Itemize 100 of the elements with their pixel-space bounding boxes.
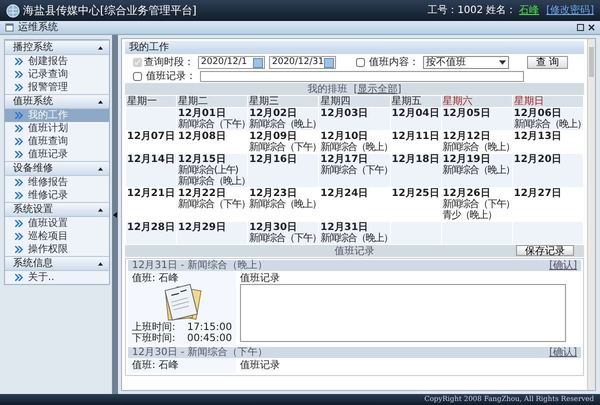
shift-entry: 新闻综合（晚上） (442, 165, 515, 176)
calendar-date: 12月05日 (442, 108, 492, 119)
schedule-title: 我的排班 (308, 84, 348, 94)
sidebar-group-header[interactable]: 系统信息 (5, 256, 109, 271)
field-label: 查询时段： (144, 57, 194, 68)
confirm-link[interactable]: [确认] (549, 347, 577, 358)
sidebar-item[interactable]: 记录查询 (5, 68, 109, 81)
double-chevron-icon (15, 192, 24, 199)
calendar-date: 12月08日 (178, 131, 227, 142)
weekday-header: 星期一 (126, 96, 176, 107)
maximize-icon[interactable] (577, 24, 584, 31)
collapse-arrow-icon[interactable] (113, 212, 117, 218)
weekday-header: 星期五 (390, 96, 441, 107)
dropdown-arrow-icon (498, 60, 506, 65)
calendar-date: 12月30日 (249, 222, 298, 233)
shift-entry: 新闻综合（下午） (178, 119, 250, 130)
sidebar-item[interactable]: 维修记录 (5, 189, 109, 202)
sidebar-item[interactable]: 创建报告 (5, 55, 109, 68)
calendar-date: 12月28日 (127, 222, 175, 233)
checkbox[interactable] (356, 58, 365, 67)
notes-label: 值班记录 (240, 273, 281, 284)
weekday-header: 星期日 (512, 96, 583, 107)
sidebar-item[interactable]: 操作权限 (5, 243, 109, 256)
sidebar-group-header[interactable]: 值班系统 (5, 94, 109, 109)
checkbox[interactable] (133, 72, 142, 81)
content-dropdown[interactable]: 按不值班 (422, 56, 509, 69)
sidebar-item[interactable]: 关于.. (5, 271, 109, 284)
calendar-date: 12月29日 (178, 222, 227, 233)
time-value: 00:45:00 (187, 333, 232, 344)
date-field[interactable]: 2020/12/1 (198, 56, 265, 69)
sidebar-item[interactable]: 巡检项目 (5, 230, 109, 243)
calendar-date: 12月13日 (514, 131, 563, 142)
confirm-link[interactable]: [确认] (549, 260, 577, 271)
shift-entry: 新闻综合（晚上） (320, 142, 392, 153)
calendar-date: 12月18日 (392, 154, 440, 165)
scrollbar[interactable] (587, 39, 595, 390)
time-label: 下班时间: (132, 333, 176, 344)
calendar-date: 12月10日 (320, 131, 370, 142)
calendar-date: 12月09日 (249, 131, 298, 142)
calendar-button-icon[interactable] (253, 58, 263, 68)
double-chevron-icon (15, 84, 24, 91)
calendar-date: 12月02日 (249, 108, 298, 119)
notes-label: 值班记录 (240, 360, 281, 371)
shift-entry: 新闻综合（下午） (249, 142, 322, 153)
search-button[interactable]: 查 询 (526, 56, 568, 69)
calendar-date: 12月12日 (442, 131, 492, 142)
double-chevron-icon (15, 246, 24, 253)
shift-entry: 青少（晚上） (442, 210, 497, 221)
calendar-date: 12月15日 (178, 154, 226, 165)
sidebar-item[interactable]: 报警管理 (5, 81, 109, 94)
field-label: 值班内容： (368, 57, 419, 68)
calendar-date: 12月24日 (320, 188, 370, 199)
close-icon[interactable] (588, 24, 595, 31)
change-password-link[interactable]: [修改密码] (546, 5, 594, 16)
weekday-header: 星期六 (442, 96, 512, 107)
double-chevron-icon (15, 233, 24, 240)
shift-entry: 新闻综合（晚上） (514, 119, 586, 130)
show-all-link[interactable]: [显示全部] (354, 84, 402, 94)
sidebar-item[interactable]: 值班设置 (5, 217, 109, 230)
double-chevron-icon (15, 138, 24, 145)
calendar-date: 12月23日 (249, 188, 298, 199)
sidebar-group-header[interactable]: 系统设置 (5, 202, 109, 217)
shift-entry: 新闻综合（下午） (249, 233, 322, 244)
notes-text-area[interactable] (240, 284, 566, 342)
sidebar-item[interactable]: 值班查询 (5, 135, 109, 148)
shift-entry: 新闻综合（下午） (442, 199, 515, 210)
calendar-date: 12月17日 (320, 154, 370, 165)
calendar-date: 12月06日 (514, 108, 563, 119)
double-chevron-icon (15, 220, 24, 227)
sidebar-item[interactable]: 值班记录 (5, 148, 109, 161)
record-input-field[interactable] (200, 71, 524, 82)
calendar-button-icon[interactable] (324, 58, 334, 68)
window-icon (5, 23, 14, 32)
globe-icon (6, 4, 20, 18)
date-field[interactable]: 2020/12/31 (269, 56, 336, 69)
sidebar-group-header[interactable]: 播控系统 (5, 40, 109, 55)
calendar-date: 12月16日 (249, 154, 298, 165)
double-chevron-icon (15, 151, 24, 158)
time-label: 上班时间: (132, 322, 176, 333)
double-chevron-icon (15, 58, 24, 65)
calendar-date: 12月04日 (392, 108, 440, 119)
shift-entry: 新闻综合（下午） (320, 165, 392, 176)
save-record-button[interactable]: 保存记录 (516, 245, 574, 256)
calendar-date: 12月21日 (127, 188, 175, 199)
calendar-date: 12月31日 (320, 222, 370, 233)
calendar-date: 12月01日 (178, 108, 227, 119)
calendar-date: 12月22日 (178, 188, 227, 199)
weekday-header: 星期二 (177, 96, 248, 107)
sidebar-item[interactable]: 维修报告 (5, 176, 109, 189)
panel-title: 我的工作 (125, 41, 584, 54)
calendar-date: 12月07日 (127, 131, 175, 142)
calendar-date: 12月14日 (127, 154, 175, 165)
user-label: 工号：1002 姓名： (428, 5, 516, 16)
duty-person: 值班: 石峰 (132, 273, 180, 284)
user-name-link[interactable]: 石峰 (519, 5, 540, 16)
shift-entry: 新闻综合（晚上） (320, 233, 392, 244)
shift-entry: 新闻综合(上午) (178, 165, 238, 176)
record-title: 12月30日 - 新闻综合（下午） (132, 347, 268, 358)
sidebar-group-header[interactable]: 设备维修 (5, 161, 109, 176)
sidebar-item[interactable]: 值班计划 (5, 122, 109, 135)
